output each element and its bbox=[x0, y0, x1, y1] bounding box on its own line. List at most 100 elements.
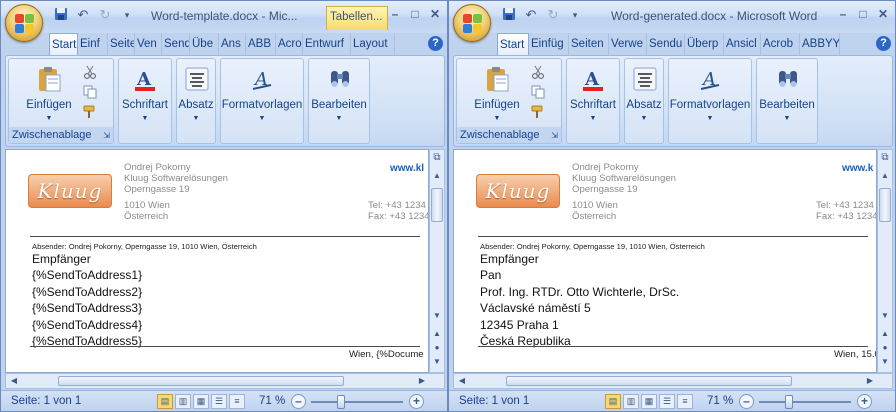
group-styles[interactable]: A Formatvorlagen ▼ bbox=[220, 58, 304, 144]
full-screen-reading-view-icon[interactable]: ▥ bbox=[175, 394, 191, 409]
office-button[interactable] bbox=[453, 4, 491, 42]
tab-layout[interactable]: Layout bbox=[351, 33, 395, 55]
redo-icon[interactable]: ↻ bbox=[97, 7, 113, 23]
paste-label[interactable]: Einfügen bbox=[457, 99, 537, 111]
group-paragraph[interactable]: Absatz ▼ bbox=[624, 58, 664, 144]
ruler-toggle-icon[interactable]: ⧉ bbox=[431, 152, 443, 166]
previous-page-icon[interactable]: ▲ bbox=[879, 328, 891, 340]
minimize-icon[interactable]: – bbox=[835, 6, 851, 22]
maximize-icon[interactable]: □ bbox=[855, 6, 871, 22]
tab-page-layout[interactable]: Seiten bbox=[569, 33, 609, 55]
draft-view-icon[interactable]: ≡ bbox=[229, 394, 245, 409]
zoom-out-icon[interactable]: – bbox=[739, 394, 754, 409]
tab-abbyy[interactable]: ABB bbox=[246, 33, 276, 55]
cut-icon[interactable] bbox=[531, 65, 545, 79]
copy-icon[interactable] bbox=[531, 85, 545, 99]
zoom-level[interactable]: 71 % bbox=[259, 395, 285, 407]
horizontal-scroll-thumb[interactable] bbox=[506, 376, 792, 386]
group-paragraph[interactable]: Absatz ▼ bbox=[176, 58, 216, 144]
group-editing[interactable]: Bearbeiten ▼ bbox=[308, 58, 370, 144]
office-button[interactable] bbox=[5, 4, 43, 42]
web-layout-view-icon[interactable]: ▦ bbox=[193, 394, 209, 409]
browse-object-icon[interactable]: ● bbox=[879, 342, 891, 354]
previous-page-icon[interactable]: ▲ bbox=[431, 328, 443, 340]
web-layout-view-icon[interactable]: ▦ bbox=[641, 394, 657, 409]
tab-mailings[interactable]: Send bbox=[162, 33, 190, 55]
tab-insert[interactable]: Einfüg bbox=[529, 33, 569, 55]
website-link[interactable]: www.kl bbox=[390, 163, 424, 174]
maximize-icon[interactable]: □ bbox=[407, 6, 423, 22]
horizontal-scroll-thumb[interactable] bbox=[58, 376, 344, 386]
close-icon[interactable]: ✕ bbox=[875, 6, 891, 22]
tab-start[interactable]: Start bbox=[497, 33, 529, 55]
tab-insert[interactable]: Einf bbox=[78, 33, 108, 55]
tab-abbyy[interactable]: ABBYY bbox=[800, 33, 840, 55]
paste-icon[interactable] bbox=[35, 65, 63, 93]
help-icon[interactable]: ? bbox=[428, 36, 443, 51]
zoom-in-icon[interactable]: + bbox=[857, 394, 872, 409]
group-editing[interactable]: Bearbeiten ▼ bbox=[756, 58, 818, 144]
horizontal-scrollbar[interactable]: ◀ ▶ bbox=[5, 373, 445, 389]
undo-icon[interactable]: ↶ bbox=[523, 7, 539, 23]
zoom-in-icon[interactable]: + bbox=[409, 394, 424, 409]
copy-icon[interactable] bbox=[83, 85, 97, 99]
document-page[interactable]: Kluug Ondrej Pokorny Kluug Softwarelösun… bbox=[453, 149, 877, 373]
paste-label[interactable]: Einfügen bbox=[9, 99, 89, 111]
scroll-down-icon[interactable]: ▼ bbox=[431, 310, 443, 322]
tab-page-layout[interactable]: Seite bbox=[108, 33, 135, 55]
format-painter-icon[interactable] bbox=[83, 105, 97, 119]
scroll-left-icon[interactable]: ◀ bbox=[8, 375, 20, 387]
outline-view-icon[interactable]: ☰ bbox=[211, 394, 227, 409]
tab-design[interactable]: Entwurf bbox=[303, 33, 351, 55]
dialog-launcher-icon[interactable]: ⇲ bbox=[103, 131, 110, 140]
redo-icon[interactable]: ↻ bbox=[545, 7, 561, 23]
dialog-launcher-icon[interactable]: ⇲ bbox=[551, 131, 558, 140]
vertical-scroll-thumb[interactable] bbox=[879, 188, 891, 222]
scroll-right-icon[interactable]: ▶ bbox=[416, 375, 428, 387]
next-page-icon[interactable]: ▼ bbox=[879, 356, 891, 368]
print-layout-view-icon[interactable]: ▤ bbox=[605, 394, 621, 409]
zoom-slider[interactable] bbox=[759, 401, 851, 403]
close-icon[interactable]: ✕ bbox=[427, 6, 443, 22]
paste-icon[interactable] bbox=[483, 65, 511, 93]
customize-toolbar-icon[interactable]: ▾ bbox=[119, 7, 135, 23]
draft-view-icon[interactable]: ≡ bbox=[677, 394, 693, 409]
save-icon[interactable] bbox=[53, 7, 69, 23]
tab-acrobat[interactable]: Acro bbox=[276, 33, 303, 55]
tab-review[interactable]: Überp bbox=[685, 33, 724, 55]
customize-toolbar-icon[interactable]: ▾ bbox=[567, 7, 583, 23]
scroll-up-icon[interactable]: ▲ bbox=[431, 170, 443, 182]
undo-icon[interactable]: ↶ bbox=[75, 7, 91, 23]
zoom-slider[interactable] bbox=[311, 401, 403, 403]
tab-references[interactable]: Ven bbox=[135, 33, 162, 55]
print-layout-view-icon[interactable]: ▤ bbox=[157, 394, 173, 409]
tab-start[interactable]: Start bbox=[49, 33, 78, 55]
page-count[interactable]: Seite: 1 von 1 bbox=[459, 395, 529, 407]
website-link[interactable]: www.k bbox=[842, 163, 873, 174]
vertical-scrollbar[interactable]: ⧉ ▲ ▼ ▲ ● ▼ bbox=[877, 149, 893, 373]
group-font[interactable]: A Schriftart ▼ bbox=[566, 58, 620, 144]
zoom-slider-knob[interactable] bbox=[337, 395, 345, 409]
zoom-slider-knob[interactable] bbox=[785, 395, 793, 409]
tab-review[interactable]: Übe bbox=[190, 33, 219, 55]
tab-references[interactable]: Verwe bbox=[609, 33, 647, 55]
tab-view[interactable]: Ans bbox=[219, 33, 246, 55]
ruler-toggle-icon[interactable]: ⧉ bbox=[879, 152, 891, 166]
scroll-right-icon[interactable]: ▶ bbox=[864, 375, 876, 387]
tab-view[interactable]: Ansicl bbox=[724, 33, 761, 55]
group-styles[interactable]: A Formatvorlagen ▼ bbox=[668, 58, 752, 144]
minimize-icon[interactable]: – bbox=[387, 6, 403, 22]
paste-dropdown-icon[interactable]: ▼ bbox=[9, 115, 89, 122]
paste-dropdown-icon[interactable]: ▼ bbox=[457, 115, 537, 122]
horizontal-scrollbar[interactable]: ◀ ▶ bbox=[453, 373, 893, 389]
cut-icon[interactable] bbox=[83, 65, 97, 79]
browse-object-icon[interactable]: ● bbox=[431, 342, 443, 354]
tab-mailings[interactable]: Sendu bbox=[647, 33, 685, 55]
tab-acrobat[interactable]: Acrob bbox=[761, 33, 800, 55]
vertical-scrollbar[interactable]: ⧉ ▲ ▼ ▲ ● ▼ bbox=[429, 149, 445, 373]
page-count[interactable]: Seite: 1 von 1 bbox=[11, 395, 81, 407]
full-screen-reading-view-icon[interactable]: ▥ bbox=[623, 394, 639, 409]
scroll-down-icon[interactable]: ▼ bbox=[879, 310, 891, 322]
scroll-up-icon[interactable]: ▲ bbox=[879, 170, 891, 182]
scroll-left-icon[interactable]: ◀ bbox=[456, 375, 468, 387]
